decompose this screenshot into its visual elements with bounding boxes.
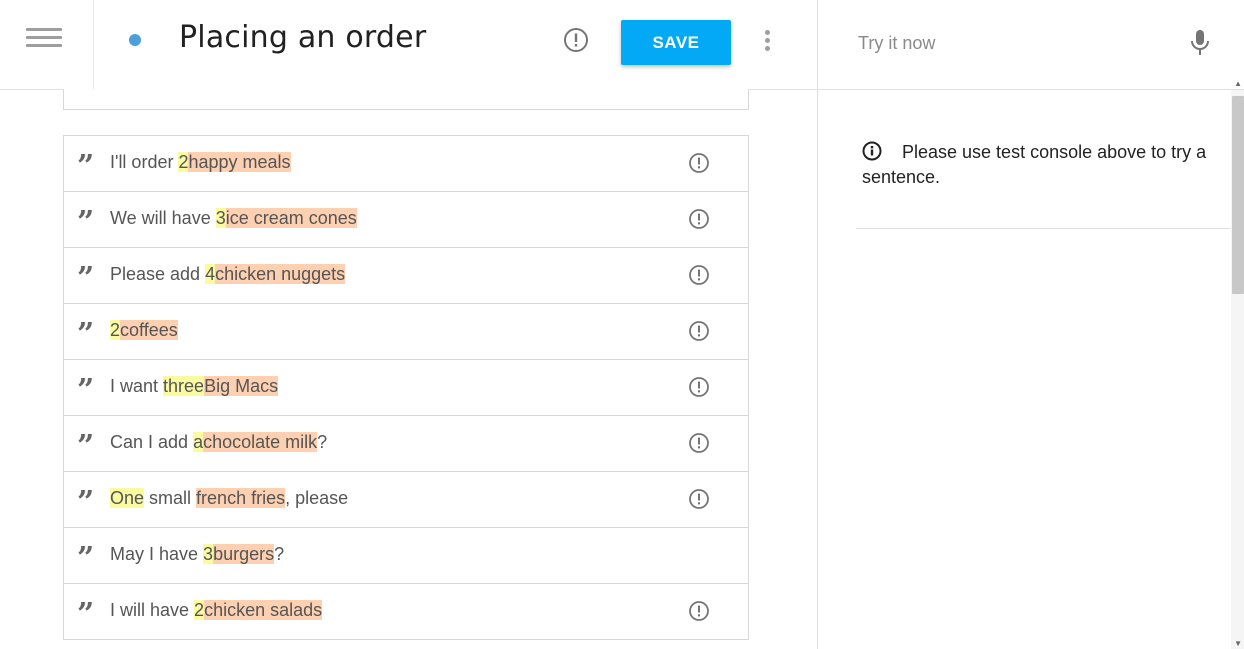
entity-product[interactable]: Big Macs [204, 376, 279, 396]
top-bar: Placing an order SAVE [0, 0, 817, 90]
scroll-down-arrow-icon[interactable]: ▼ [1234, 640, 1242, 648]
quote-icon: ” [77, 429, 94, 464]
example-phrase[interactable]: One small french fries, please [110, 488, 348, 509]
warning-icon[interactable] [688, 208, 710, 230]
try-it-now-input[interactable] [856, 28, 1160, 58]
scrollbar-thumb[interactable] [1232, 96, 1244, 294]
list-item[interactable]: ” One small french fries, please [64, 472, 748, 528]
page-title: Placing an order [179, 20, 427, 55]
quote-icon: ” [77, 373, 94, 408]
quote-icon: ” [77, 149, 94, 184]
quote-icon: ” [77, 317, 94, 352]
entity-product[interactable]: chicken nuggets [215, 264, 346, 284]
warning-icon[interactable] [563, 27, 589, 53]
phrase-text: ? [317, 432, 328, 452]
entity-number[interactable]: 2 [194, 600, 205, 620]
status-dot [129, 34, 141, 46]
phrase-text: small [144, 488, 197, 508]
list-item[interactable]: ” I will have 2chicken salads [64, 584, 748, 640]
quote-icon: ” [77, 261, 94, 296]
test-console-bar [818, 0, 1244, 90]
entity-product[interactable]: ice cream cones [225, 208, 357, 228]
microphone-icon[interactable] [1188, 28, 1212, 56]
list-item[interactable]: ” We will have 3ice cream cones [64, 192, 748, 248]
example-phrase[interactable]: I'll order 2happy meals [110, 152, 291, 173]
console-info-message: Please use test console above to try a s… [862, 140, 1212, 190]
warning-icon[interactable] [688, 152, 710, 174]
entity-product[interactable]: chocolate milk [203, 432, 318, 452]
phrase-input-box[interactable] [63, 89, 749, 110]
quote-icon: ” [77, 205, 94, 240]
console-info-text: Please use test console above to try a s… [862, 142, 1207, 187]
entity-number[interactable]: 3 [203, 544, 214, 564]
list-item[interactable]: ” Can I add achocolate milk? [64, 416, 748, 472]
example-phrase[interactable]: We will have 3ice cream cones [110, 208, 357, 229]
list-item[interactable]: ” I'll order 2happy meals [64, 136, 748, 192]
entity-number[interactable]: One [110, 488, 145, 508]
example-phrase[interactable]: Please add 4chicken nuggets [110, 264, 346, 285]
phrase-text: We will have [110, 208, 216, 228]
entity-product[interactable]: french fries [196, 488, 286, 508]
list-item[interactable]: ” May I have 3burgers? [64, 528, 748, 584]
warning-icon[interactable] [688, 600, 710, 622]
entity-number[interactable]: 3 [215, 208, 226, 228]
quote-icon: ” [77, 597, 94, 632]
save-button[interactable]: SAVE [621, 20, 731, 65]
warning-icon[interactable] [688, 376, 710, 398]
entity-number[interactable]: 2 [178, 152, 189, 172]
warning-icon[interactable] [688, 488, 710, 510]
warning-icon[interactable] [688, 320, 710, 342]
entity-number[interactable]: 4 [205, 264, 216, 284]
more-options-icon[interactable] [758, 28, 776, 54]
entity-product[interactable]: coffees [120, 320, 178, 340]
entity-product[interactable]: burgers [213, 544, 275, 564]
example-phrase[interactable]: Can I add achocolate milk? [110, 432, 327, 453]
scroll-up-arrow-icon[interactable]: ▲ [1234, 80, 1242, 88]
entity-product[interactable]: chicken salads [204, 600, 323, 620]
entity-number[interactable]: 2 [110, 320, 121, 340]
example-phrase[interactable]: May I have 3burgers? [110, 544, 284, 565]
list-item[interactable]: ” I want threeBig Macs [64, 360, 748, 416]
phrase-text: , please [285, 488, 349, 508]
example-phrase[interactable]: 2coffees [110, 320, 178, 341]
example-phrase[interactable]: I will have 2chicken salads [110, 600, 323, 621]
divider [856, 228, 1231, 229]
list-item[interactable]: ” Please add 4chicken nuggets [64, 248, 748, 304]
entity-product[interactable]: happy meals [188, 152, 291, 172]
phrase-text: May I have [110, 544, 204, 564]
quote-icon: ” [77, 485, 94, 520]
phrase-text: Can I add [110, 432, 194, 452]
entity-number[interactable]: three [163, 376, 205, 396]
entity-number[interactable]: a [193, 432, 204, 452]
example-phrase[interactable]: I want threeBig Macs [110, 376, 279, 397]
phrase-text: I'll order [110, 152, 179, 172]
hamburger-menu-icon[interactable] [0, 0, 94, 89]
phrase-text: Please add [110, 264, 206, 284]
warning-icon[interactable] [688, 432, 710, 454]
info-icon [862, 141, 882, 161]
warning-icon[interactable] [688, 264, 710, 286]
phrase-text: ? [274, 544, 285, 564]
phrase-text: I want [110, 376, 164, 396]
user-says-list: ” I'll order 2happy meals” We will have 3i… [63, 135, 749, 640]
list-item[interactable]: ” 2coffees [64, 304, 748, 360]
phrase-text: I will have [110, 600, 195, 620]
test-console-panel: Please use test console above to try a s… [817, 0, 1244, 649]
quote-icon: ” [77, 541, 94, 576]
